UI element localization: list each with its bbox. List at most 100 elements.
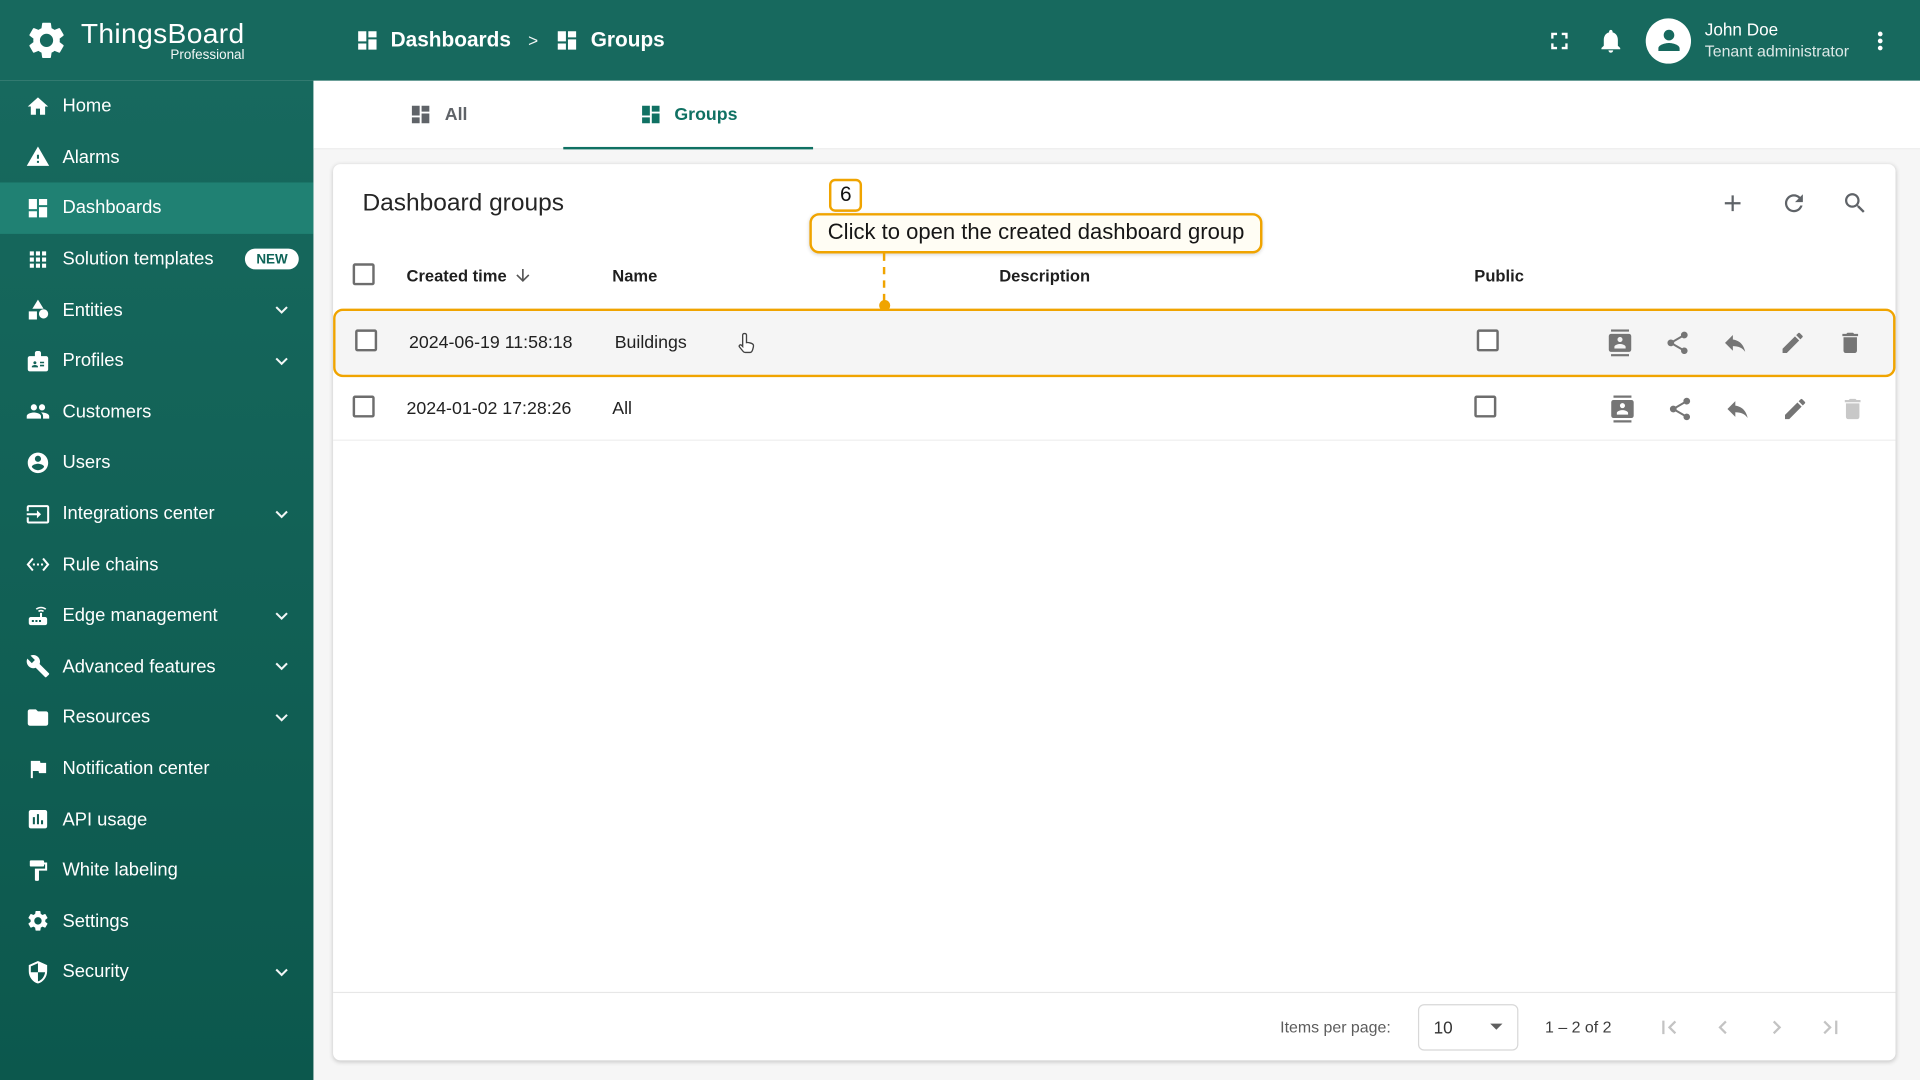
annotation-connector	[882, 253, 886, 302]
brand-title: ThingsBoard	[80, 17, 245, 49]
column-header-public[interactable]: Public	[1474, 266, 1596, 284]
sidebar-item-users[interactable]: Users	[0, 437, 313, 488]
sidebar-item-label: Settings	[62, 910, 129, 932]
sidebar-item-home[interactable]: Home	[0, 81, 313, 132]
share-group-button[interactable]	[1664, 329, 1691, 356]
sidebar-item-label: Profiles	[62, 350, 124, 372]
header: ThingsBoard Professional Dashboards > Gr…	[0, 0, 1920, 81]
name-cell: Buildings	[614, 333, 687, 353]
sidebar-item-security[interactable]: Security	[0, 947, 313, 998]
breadcrumb-label: Dashboards	[390, 28, 511, 52]
mouse-cursor	[735, 331, 762, 358]
chart-icon	[26, 807, 50, 831]
sidebar-item-customers[interactable]: Customers	[0, 386, 313, 437]
user-info: John Doe Tenant administrator	[1705, 20, 1849, 61]
unshare-group-button[interactable]	[1724, 395, 1751, 422]
sidebar-item-advanced-features[interactable]: Advanced features	[0, 641, 313, 692]
sidebar-item-edge-management[interactable]: Edge management	[0, 590, 313, 641]
first-page-icon	[1656, 1013, 1683, 1040]
avatar[interactable]	[1645, 17, 1692, 64]
tab-all[interactable]: All	[313, 81, 563, 148]
row-checkbox[interactable]	[352, 394, 375, 417]
items-per-page-select[interactable]: 10	[1417, 1003, 1519, 1051]
items-per-page-value: 10	[1433, 1016, 1453, 1037]
row-actions	[1599, 329, 1868, 357]
public-checkbox[interactable]	[1476, 329, 1499, 352]
sidebar-item-api-usage[interactable]: API usage	[0, 794, 313, 845]
edit-icon	[1779, 329, 1806, 356]
edit-group-button[interactable]	[1782, 395, 1809, 422]
caret-down-icon	[1489, 1023, 1503, 1030]
column-header-name[interactable]: Name	[612, 266, 999, 284]
paginator: Items per page: 10 1 – 2 of 2	[333, 991, 1896, 1061]
select-all-checkbox[interactable]	[352, 262, 375, 285]
unshare-group-button[interactable]	[1722, 329, 1749, 356]
sidebar-item-notification-center[interactable]: Notification center	[0, 743, 313, 794]
user-role: Tenant administrator	[1704, 41, 1849, 60]
sidebar-item-label: Dashboards	[62, 197, 162, 219]
first-page-button[interactable]	[1648, 1006, 1690, 1048]
breadcrumb-groups[interactable]: Groups	[555, 28, 665, 52]
add-group-button[interactable]	[1709, 180, 1756, 227]
delete-group-button[interactable]	[1839, 395, 1866, 422]
last-page-button[interactable]	[1810, 1006, 1852, 1048]
pager	[1648, 1006, 1878, 1048]
sidebar-item-rule-chains[interactable]: Rule chains	[0, 539, 313, 590]
dashboard-icon	[355, 28, 379, 52]
next-page-button[interactable]	[1756, 1006, 1798, 1048]
sidebar-item-integrations-center[interactable]: Integrations center	[0, 488, 313, 539]
person-icon	[1653, 24, 1685, 56]
share-group-button[interactable]	[1667, 395, 1694, 422]
user-name: John Doe	[1704, 19, 1779, 40]
column-header-description[interactable]: Description	[999, 266, 1474, 284]
chevron-right-icon	[1763, 1013, 1790, 1040]
sidebar-item-profiles[interactable]: Profiles	[0, 335, 313, 386]
column-header-created-time[interactable]: Created time	[407, 266, 613, 286]
breadcrumb-separator: >	[528, 30, 539, 51]
dashboard-icon	[409, 103, 432, 126]
public-checkbox[interactable]	[1474, 394, 1497, 417]
sidebar-item-alarms[interactable]: Alarms	[0, 132, 313, 183]
annotation-step-badge: 6	[828, 178, 863, 212]
sidebar-item-entities[interactable]: Entities	[0, 285, 313, 336]
sidebar-item-label: Home	[62, 95, 112, 117]
sidebar-item-settings[interactable]: Settings	[0, 896, 313, 947]
created-time-cell: 2024-06-19 11:58:18	[408, 333, 573, 353]
sidebar-item-label: Resources	[62, 707, 151, 728]
created-time-cell: 2024-01-02 17:28:26	[406, 398, 572, 419]
badge-icon	[26, 349, 50, 373]
table-row[interactable]: 2024-06-19 11:58:18 Buildings	[333, 308, 1896, 378]
edit-group-button[interactable]	[1779, 329, 1806, 356]
bell-icon	[1596, 26, 1624, 54]
sidebar-item-resources[interactable]: Resources	[0, 692, 313, 743]
manage-group-users-button[interactable]	[1609, 394, 1636, 422]
sort-descending-icon	[513, 266, 533, 286]
people-icon	[26, 400, 50, 424]
dashboard-icon	[639, 103, 662, 126]
sidebar-item-solution-templates[interactable]: Solution templates NEW	[0, 234, 313, 285]
previous-page-button[interactable]	[1702, 1006, 1744, 1048]
notifications-button[interactable]	[1585, 15, 1636, 66]
thingsboard-logo[interactable]: ThingsBoard Professional	[0, 17, 313, 63]
settings-icon	[26, 909, 50, 933]
breadcrumb-label: Groups	[590, 28, 665, 52]
breadcrumb-dashboards[interactable]: Dashboards	[355, 28, 511, 52]
row-checkbox[interactable]	[355, 329, 378, 352]
delete-group-button[interactable]	[1837, 329, 1864, 356]
page-range-label: 1 – 2 of 2	[1545, 1017, 1612, 1036]
thingsboard-logo-icon	[24, 18, 68, 62]
manage-group-users-button[interactable]	[1607, 329, 1634, 357]
tab-groups[interactable]: Groups	[563, 81, 814, 150]
fullscreen-button[interactable]	[1533, 15, 1584, 66]
sidebar-item-label: Customers	[62, 401, 152, 423]
sidebar-item-white-labeling[interactable]: White labeling	[0, 845, 313, 896]
table-body: 2024-06-19 11:58:18 Buildings 2024-01-02 1…	[333, 308, 1896, 441]
table-row[interactable]: 2024-01-02 17:28:26 All	[333, 377, 1896, 441]
person-icon	[26, 451, 50, 475]
refresh-button[interactable]	[1771, 180, 1818, 227]
sidebar-item-label: Rule chains	[62, 554, 159, 576]
sidebar-item-dashboards[interactable]: Dashboards	[0, 182, 314, 234]
card-actions	[1709, 180, 1878, 227]
search-button[interactable]	[1832, 180, 1879, 227]
more-menu-button[interactable]	[1854, 15, 1905, 66]
